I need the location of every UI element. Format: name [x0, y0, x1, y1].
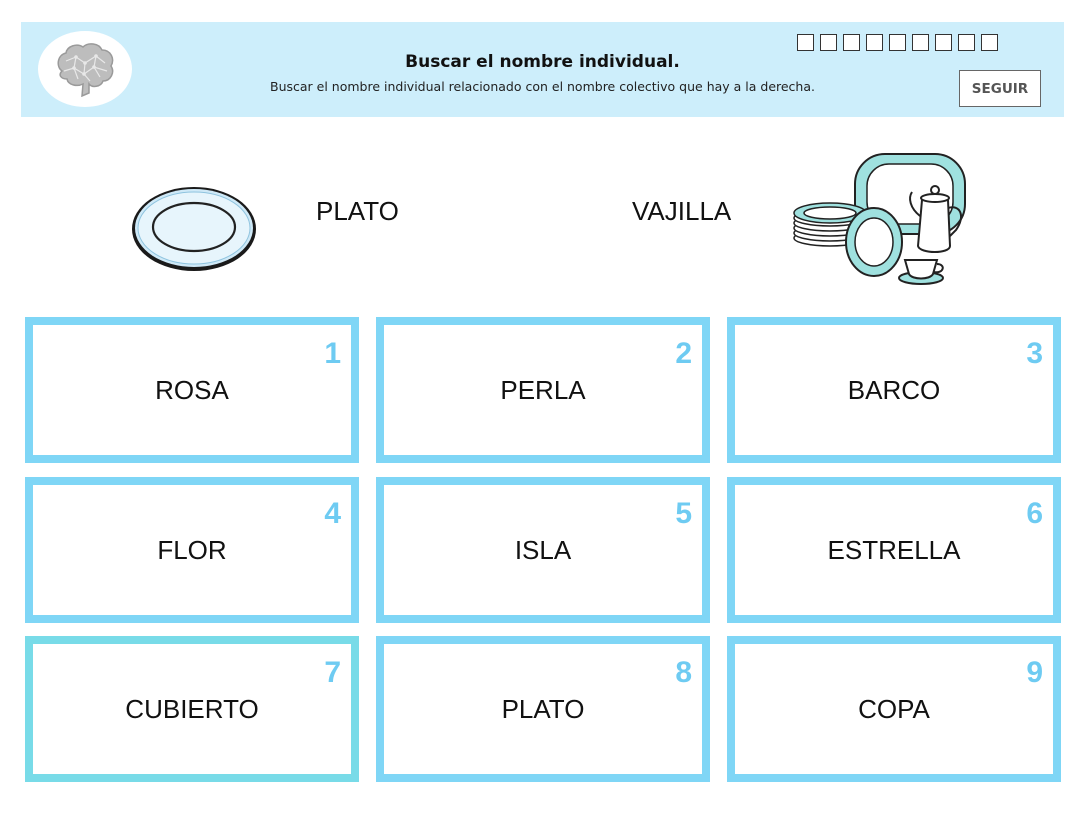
- progress-box: [843, 34, 860, 51]
- individual-word: PLATO: [316, 196, 399, 226]
- progress-indicator: [797, 34, 998, 51]
- progress-box: [797, 34, 814, 51]
- option-card-6[interactable]: 6 ESTRELLA: [727, 477, 1061, 623]
- option-label: ESTRELLA: [827, 534, 961, 565]
- option-card-8[interactable]: 8 PLATO: [376, 636, 710, 782]
- page-title: Buscar el nombre individual.: [405, 52, 680, 72]
- option-label: CUBIERTO: [125, 693, 259, 724]
- option-card-9[interactable]: 9 COPA: [727, 636, 1061, 782]
- progress-box: [981, 34, 998, 51]
- option-label: COPA: [858, 693, 930, 724]
- option-label: BARCO: [847, 374, 941, 405]
- option-card-5[interactable]: 5 ISLA: [376, 477, 710, 623]
- option-card-3[interactable]: 3 BARCO: [727, 317, 1061, 463]
- progress-box: [958, 34, 975, 51]
- tableware-icon: [790, 150, 970, 295]
- option-card-2[interactable]: 2 PERLA: [376, 317, 710, 463]
- header-bar: Buscar el nombre individual. Buscar el n…: [21, 22, 1064, 117]
- progress-box: [889, 34, 906, 51]
- collective-word: VAJILLA: [632, 196, 732, 226]
- option-card-7[interactable]: 7 CUBIERTO: [25, 636, 359, 782]
- option-label: ISLA: [514, 534, 572, 565]
- option-label: ROSA: [155, 374, 229, 405]
- instructions: Buscar el nombre individual relacionado …: [270, 79, 815, 94]
- progress-box: [912, 34, 929, 51]
- option-label: PERLA: [500, 374, 586, 405]
- option-card-1[interactable]: 1 ROSA: [25, 317, 359, 463]
- plate-icon: [130, 185, 258, 278]
- option-card-4[interactable]: 4 FLOR: [25, 477, 359, 623]
- progress-box: [866, 34, 883, 51]
- next-button[interactable]: SEGUIR: [959, 70, 1041, 107]
- progress-box: [820, 34, 837, 51]
- option-label: FLOR: [157, 534, 227, 565]
- progress-box: [935, 34, 952, 51]
- option-label: PLATO: [501, 693, 585, 724]
